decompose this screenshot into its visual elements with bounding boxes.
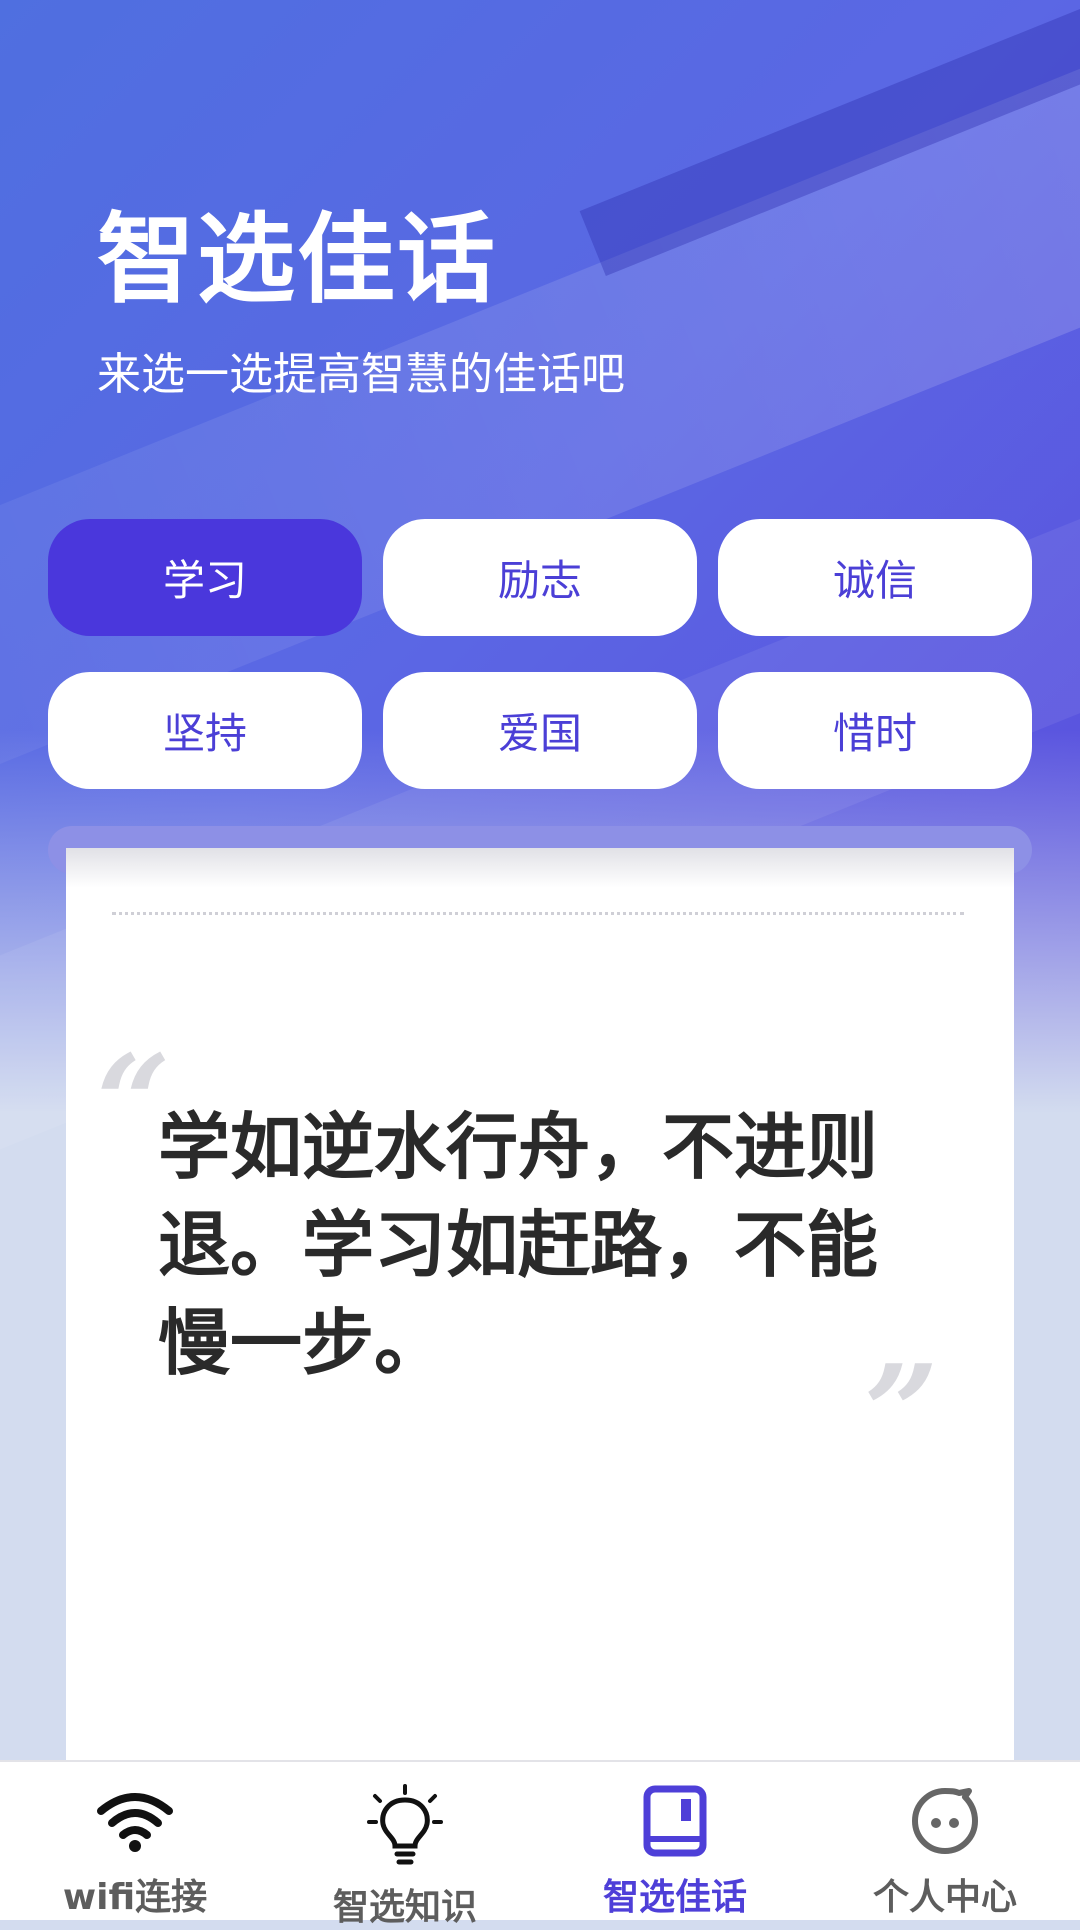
- card-divider: [112, 912, 964, 915]
- tab-label: 个人中心: [872, 1877, 1017, 1918]
- category-button-integrity[interactable]: 诚信: [718, 519, 1032, 636]
- tab-label: 智选佳话: [602, 1877, 747, 1918]
- card-shadow: [66, 848, 1014, 888]
- tab-profile[interactable]: 个人中心: [810, 1762, 1080, 1920]
- category-button-inspiration[interactable]: 励志: [383, 519, 697, 636]
- page-subtitle: 来选一选提高智慧的佳话吧: [97, 349, 625, 400]
- tab-label: wifi连接: [62, 1877, 208, 1918]
- bottom-tab-bar: wifi连接 智选知识 智选佳话 个人中心: [0, 1760, 1080, 1928]
- tab-label: 智选知识: [332, 1887, 477, 1928]
- close-quote-mark: ”: [864, 1336, 939, 1489]
- tab-stories[interactable]: 智选佳话: [540, 1762, 810, 1920]
- category-button-cherish-time[interactable]: 惜时: [718, 672, 1032, 789]
- category-button-study[interactable]: 学习: [48, 519, 362, 636]
- book-icon: [633, 1784, 717, 1858]
- quote-text: 学如逆水行舟，不进则退。学习如赶路，不能慢一步。: [158, 1105, 879, 1385]
- wifi-icon: [93, 1784, 177, 1858]
- lightbulb-icon: [363, 1784, 447, 1868]
- category-button-persistence[interactable]: 坚持: [48, 672, 362, 789]
- tab-wifi[interactable]: wifi连接: [0, 1762, 270, 1920]
- quote-card: “ 学如逆水行舟，不进则退。学习如赶路，不能慢一步。 ”: [66, 848, 1014, 1760]
- face-icon: [903, 1784, 987, 1858]
- page-title: 智选佳话: [97, 203, 498, 317]
- category-button-patriotism[interactable]: 爱国: [383, 672, 697, 789]
- tab-knowledge[interactable]: 智选知识: [270, 1762, 540, 1928]
- category-grid: 学习 励志 诚信 坚持 爱国 惜时: [48, 519, 1032, 789]
